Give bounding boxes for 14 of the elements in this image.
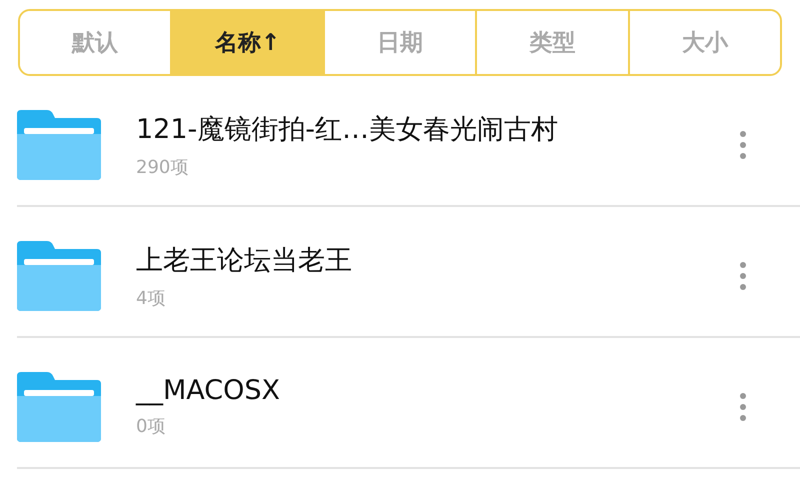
item-count: 290项 <box>136 156 190 178</box>
folder-icon <box>17 372 101 442</box>
sort-tab[interactable]: 名称↑ <box>170 11 323 74</box>
more-options-icon[interactable] <box>739 392 747 422</box>
more-options-icon[interactable] <box>739 130 747 160</box>
folder-icon <box>17 110 101 180</box>
more-options-icon[interactable] <box>739 260 747 290</box>
folder-name: 121-魔镜街拍-红…美女春光闹古村 <box>136 112 560 146</box>
item-count: 4项 <box>136 286 166 310</box>
item-count: 0项 <box>136 415 166 438</box>
folder-icon <box>17 240 101 310</box>
folder-name: 上老王论坛当老王 <box>136 244 353 278</box>
folder-name: __MACOSX <box>136 375 282 406</box>
sort-tab[interactable]: 大小 <box>628 11 780 74</box>
